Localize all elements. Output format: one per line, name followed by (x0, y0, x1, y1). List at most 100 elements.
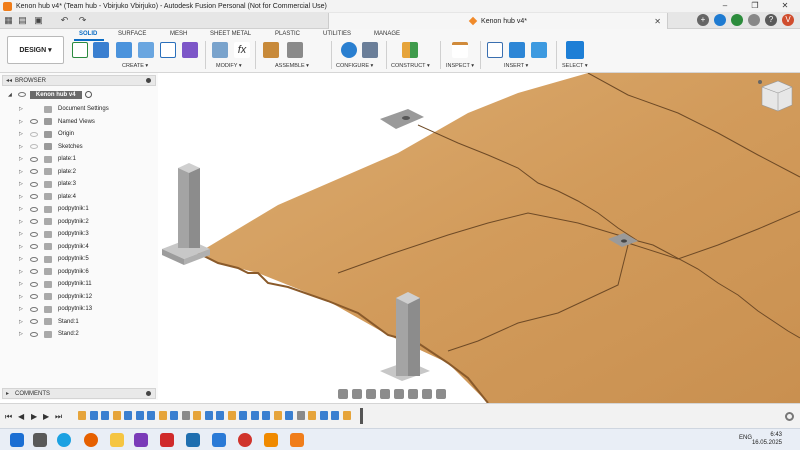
tab-surface[interactable]: SURFACE (118, 31, 146, 37)
extensions-icon[interactable] (714, 14, 726, 26)
task-view-icon[interactable] (33, 433, 47, 447)
home-view-icon[interactable] (758, 80, 762, 84)
expand-arrow-icon[interactable]: ▷ (19, 131, 25, 137)
tab-solid[interactable]: SOLID (79, 31, 97, 37)
expand-arrow-icon[interactable]: ▷ (19, 244, 25, 250)
close-tab-button[interactable]: ✕ (654, 17, 661, 26)
modify-group-label[interactable]: MODIFY ▾ (216, 63, 242, 69)
timeline-feature-icon[interactable] (308, 411, 316, 420)
visibility-eye-icon[interactable] (30, 181, 38, 187)
browser-item[interactable]: ▷ podpytnik:1 (0, 203, 158, 216)
timeline-feature-icon[interactable] (170, 411, 178, 420)
parameters-icon[interactable]: fx (234, 42, 250, 58)
firefox-icon[interactable] (84, 433, 98, 447)
timeline-feature-icon[interactable] (319, 411, 328, 420)
expand-arrow-icon[interactable]: ▷ (19, 144, 25, 150)
timeline-feature-icon[interactable] (250, 411, 259, 420)
select-group-label[interactable]: SELECT ▾ (562, 63, 588, 69)
configuration-table-icon[interactable] (362, 42, 378, 58)
display-settings-icon[interactable] (408, 389, 418, 399)
visibility-eye-icon[interactable] (30, 319, 38, 325)
timeline-feature-icon[interactable] (78, 411, 86, 420)
file-explorer-icon[interactable] (110, 433, 124, 447)
browser-item[interactable]: ▷ podpytnik:4 (0, 241, 158, 254)
expand-arrow-icon[interactable]: ▷ (19, 294, 25, 300)
expand-arrow-icon[interactable]: ▷ (19, 269, 25, 275)
browser-item[interactable]: ▷ podpytnik:3 (0, 228, 158, 241)
configure-icon[interactable] (341, 42, 357, 58)
step-forward-icon[interactable]: ▶ (43, 412, 49, 421)
browser-item[interactable]: ▷ podpytnik:6 (0, 266, 158, 279)
expand-arrow-icon[interactable]: ▷ (19, 169, 25, 175)
connector-clip[interactable] (380, 109, 424, 129)
step-back-icon[interactable]: ◀ (18, 412, 24, 421)
browser-item[interactable]: ▷ podpytnik:11 (0, 278, 158, 291)
timeline-feature-icon[interactable] (331, 411, 339, 420)
app-icon-purple[interactable] (134, 433, 148, 447)
tray-language[interactable]: ENG (739, 435, 752, 441)
browser-item[interactable]: ▷ plate:4 (0, 191, 158, 204)
expand-arrow-icon[interactable]: ▷ (19, 319, 25, 325)
timeline-feature-icon[interactable] (147, 411, 155, 420)
insert-derive-icon[interactable] (487, 42, 503, 58)
hole-icon[interactable] (138, 42, 154, 58)
timeline-feature-icon[interactable] (342, 411, 351, 420)
notifications-icon[interactable] (748, 14, 760, 26)
app-icon-red[interactable] (160, 433, 174, 447)
visibility-eye-icon[interactable] (30, 231, 38, 237)
visibility-eye-icon[interactable] (30, 294, 38, 300)
visibility-eye-icon[interactable] (30, 331, 38, 337)
maximize-button[interactable]: ❐ (740, 0, 770, 12)
tab-utilities[interactable]: UTILITIES (323, 31, 351, 37)
timeline-feature-icon[interactable] (158, 411, 167, 420)
zoom-icon[interactable] (380, 389, 390, 399)
comments-panel[interactable]: ▸ COMMENTS (2, 388, 156, 399)
timeline-feature-icon[interactable] (227, 411, 236, 420)
browser-item[interactable]: ▷ podpytnik:13 (0, 303, 158, 316)
press-pull-icon[interactable] (212, 42, 228, 58)
create-sketch-icon[interactable] (72, 42, 88, 58)
visibility-eye-icon[interactable] (30, 256, 38, 262)
browser-item[interactable]: ▷ plate:2 (0, 166, 158, 179)
expand-arrow-icon[interactable]: ▷ (19, 119, 25, 125)
timeline-feature-icon[interactable] (89, 411, 98, 420)
save-icon[interactable]: ▣ (34, 16, 43, 25)
app-icon-blue[interactable] (212, 433, 226, 447)
expand-arrow-icon[interactable]: ▷ (19, 156, 25, 162)
minimize-button[interactable]: – (710, 0, 740, 12)
browser-item[interactable]: ▷ podpytnik:5 (0, 253, 158, 266)
timeline-feature-icon[interactable] (216, 411, 224, 420)
go-to-end-icon[interactable]: ⏭ (55, 412, 62, 422)
visibility-eye-icon[interactable] (30, 144, 38, 150)
model-canvas[interactable] (158, 73, 800, 403)
expand-arrow-icon[interactable]: ▷ (19, 281, 25, 287)
orbit-icon[interactable] (338, 389, 348, 399)
visibility-eye-icon[interactable] (30, 156, 38, 162)
tab-mesh[interactable]: MESH (170, 31, 187, 37)
insert-group-label[interactable]: INSERT ▾ (504, 63, 528, 69)
timeline-feature-icon[interactable] (135, 411, 144, 420)
tab-sheet-metal[interactable]: SHEET METAL (210, 31, 251, 37)
visibility-eye-icon[interactable] (30, 306, 38, 312)
browser-item[interactable]: ▷ Document Settings (0, 103, 158, 116)
expand-arrow-icon[interactable]: ▷ (19, 231, 25, 237)
browser-item[interactable]: ▷ podpytnik:12 (0, 291, 158, 304)
assemble-group-label[interactable]: ASSEMBLE ▾ (275, 63, 309, 69)
expand-arrow-icon[interactable]: ▷ (19, 206, 25, 212)
browser-item[interactable]: ▷ Stand:2 (0, 328, 158, 341)
visibility-eye-icon[interactable] (30, 269, 38, 275)
visibility-eye-icon[interactable] (30, 194, 38, 200)
joint-icon[interactable] (287, 42, 303, 58)
new-tab-icon[interactable]: + (697, 14, 709, 26)
start-icon[interactable] (10, 433, 24, 447)
timeline-feature-icon[interactable] (296, 411, 305, 420)
construct-group-label[interactable]: CONSTRUCT ▾ (391, 63, 430, 69)
expand-arrow-icon[interactable]: ▷ (19, 106, 25, 112)
app-icon-red-round[interactable] (238, 433, 252, 447)
document-tab[interactable]: Kenon hub v4* ✕ (328, 13, 668, 29)
browser-item[interactable]: ▷ Sketches (0, 141, 158, 154)
pan-icon[interactable] (366, 389, 376, 399)
fit-icon[interactable] (394, 389, 404, 399)
visibility-eye-icon[interactable] (30, 281, 38, 287)
tab-plastic[interactable]: PLASTIC (275, 31, 300, 37)
